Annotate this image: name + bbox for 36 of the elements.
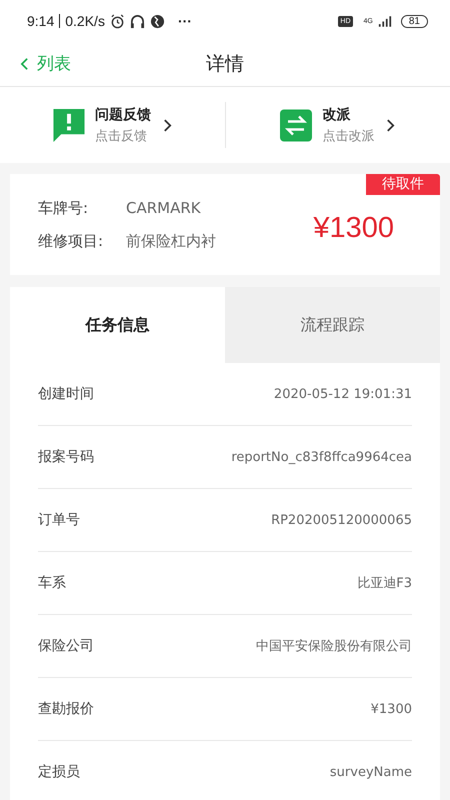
action-button[interactable]: 问题反馈 点击反馈 — [0, 95, 224, 155]
price: ¥1300 — [313, 212, 394, 245]
field-label: 维修项目: — [38, 232, 104, 250]
row-value: ¥1300 — [370, 702, 412, 716]
page-title: 详情 — [206, 52, 244, 77]
tab[interactable]: 流程跟踪 — [225, 287, 440, 363]
row-label: 订单号 — [38, 511, 80, 529]
row-label: 保险公司 — [38, 637, 94, 655]
headphones-icon — [130, 14, 145, 28]
row-label: 创建时间 — [38, 385, 94, 403]
row-value: 2020-05-12 19:01:31 — [274, 386, 412, 402]
row-value: surveyName — [330, 764, 412, 780]
alarm-icon — [110, 14, 125, 28]
row-value: 比亚迪F3 — [357, 575, 412, 592]
row-value: reportNo_c83f8ffca9964cea — [231, 450, 412, 464]
field-value: CARMARK — [126, 198, 201, 218]
more-dots: ··· — [178, 13, 192, 29]
row-value: 中国平安保险股份有限公司 — [256, 638, 412, 655]
chevron-right-icon — [386, 118, 396, 132]
signal-icon — [378, 16, 392, 26]
row-label: 报案号码 — [38, 448, 94, 466]
action-button[interactable]: 改派 点击改派 — [226, 95, 450, 155]
status-time: 9:14 — [27, 13, 54, 29]
network-speed: 0.2K/s — [65, 13, 105, 29]
row-label: 车系 — [38, 574, 66, 592]
status-badge: 待取件 — [366, 174, 440, 195]
field-value: 前保险杠内衬 — [126, 232, 216, 250]
chevron-right-icon — [162, 118, 172, 132]
battery-level: 81 — [400, 14, 428, 28]
swap-arrows-icon — [280, 108, 312, 142]
row-value: RP202005120000065 — [271, 512, 412, 528]
feedback-icon — [52, 108, 85, 142]
field-label: 车牌号: — [38, 198, 90, 218]
row-label: 定损员 — [38, 763, 80, 781]
chevron-left-icon — [20, 56, 29, 70]
row-label: 查勘报价 — [38, 700, 94, 718]
